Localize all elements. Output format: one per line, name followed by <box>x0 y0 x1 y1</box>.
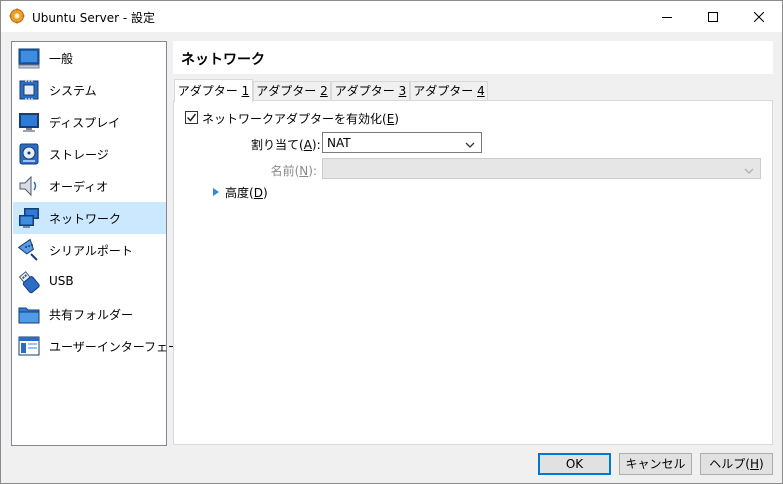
sidebar-item-shared-folders[interactable]: 共有フォルダー <box>13 298 166 330</box>
chevron-down-icon <box>744 164 754 178</box>
network-icon <box>17 206 41 230</box>
help-button[interactable]: ヘルプ(H) <box>700 453 773 475</box>
advanced-accelerator: D <box>253 186 263 200</box>
sidebar-item-label: ネットワーク <box>49 212 122 226</box>
name-accelerator: N <box>299 164 309 178</box>
sidebar-item-label: 共有フォルダー <box>49 308 134 322</box>
tab-accelerator: 4 <box>477 84 485 98</box>
advanced-toggle[interactable]: 高度(D) <box>225 184 268 201</box>
shared-folder-icon <box>17 302 41 326</box>
title-bar: Ubuntu Server - 設定 <box>1 1 782 32</box>
attached-to-text: 割り当て( <box>251 138 304 152</box>
sidebar-item-usb[interactable]: USB <box>13 266 166 298</box>
enable-adapter-checkbox[interactable] <box>185 111 198 124</box>
close-button[interactable] <box>736 1 782 32</box>
minimize-button[interactable] <box>644 1 690 32</box>
name-label: 名前(N): <box>251 162 317 179</box>
window-title: Ubuntu Server - 設定 <box>32 11 156 25</box>
tab-label: アダプター <box>256 84 321 98</box>
tab-adapter-3[interactable]: アダプター 3 <box>331 81 410 101</box>
settings-category-list: 一般 システム ディスプレイ ストレージ オーディオ ネットワーク シリアルポー… <box>11 41 191 446</box>
sidebar-item-audio[interactable]: オーディオ <box>13 170 166 202</box>
sidebar-item-network[interactable]: ネットワーク <box>13 202 166 234</box>
sidebar-item-label: オーディオ <box>49 180 109 194</box>
audio-icon <box>17 174 41 198</box>
name-select[interactable] <box>322 158 761 179</box>
tab-adapter-2[interactable]: アダプター 2 <box>253 81 331 101</box>
help-accelerator: H <box>749 457 760 471</box>
help-text: ヘルプ( <box>709 457 750 471</box>
tab-accelerator: 1 <box>241 84 250 98</box>
sidebar-item-general[interactable]: 一般 <box>13 42 166 74</box>
close-icon <box>754 11 764 22</box>
general-icon <box>17 46 41 70</box>
sidebar-item-label: シリアルポート <box>49 244 133 258</box>
enable-adapter-label[interactable]: ネットワークアダプターを有効化(E) <box>202 110 399 127</box>
sidebar-item-label: USB <box>49 274 74 288</box>
page-title: ネットワーク <box>181 52 265 68</box>
help-suffix: ) <box>759 457 764 471</box>
advanced-text: 高度( <box>225 186 254 200</box>
maximize-button[interactable] <box>690 1 736 32</box>
storage-icon <box>17 142 41 166</box>
display-icon <box>17 110 41 134</box>
user-interface-icon <box>17 334 41 358</box>
attached-to-select[interactable]: NAT <box>322 132 482 153</box>
sidebar-item-label: ユーザーインターフェース <box>49 340 192 354</box>
system-icon <box>17 78 41 102</box>
sidebar-item-label: ディスプレイ <box>49 116 121 130</box>
ok-button[interactable]: OK <box>538 453 611 475</box>
checkmark-icon <box>186 113 197 122</box>
tab-label: アダプター <box>334 84 399 98</box>
sidebar-item-system[interactable]: システム <box>13 74 166 106</box>
serial-port-icon <box>17 238 41 262</box>
sidebar-item-storage[interactable]: ストレージ <box>13 138 166 170</box>
tab-adapter-1[interactable]: アダプター 1 <box>174 79 253 102</box>
minimize-icon <box>662 16 672 18</box>
usb-icon <box>17 270 41 294</box>
tab-accelerator: 3 <box>398 84 407 98</box>
name-text: 名前( <box>270 164 300 178</box>
maximize-icon <box>708 11 718 22</box>
settings-window: Ubuntu Server - 設定 一般 システム ディスプレイ ストレージ … <box>0 0 783 484</box>
chevron-down-icon <box>465 138 475 152</box>
sidebar-item-label: システム <box>49 84 97 98</box>
sidebar-item-display[interactable]: ディスプレイ <box>13 106 166 138</box>
sidebar-item-user-interface[interactable]: ユーザーインターフェース <box>13 330 191 362</box>
enable-adapter-suffix: ) <box>394 112 399 126</box>
tab-accelerator: 2 <box>320 84 328 98</box>
name-suffix: ): <box>308 164 317 178</box>
expand-arrow-icon[interactable] <box>212 186 220 196</box>
enable-adapter-text: ネットワークアダプターを有効化( <box>202 112 387 126</box>
sidebar-item-label: 一般 <box>49 52 74 66</box>
sidebar-item-label: ストレージ <box>49 148 109 162</box>
tab-label: アダプター <box>413 84 478 98</box>
tab-label: アダプター <box>177 84 242 98</box>
advanced-suffix: ) <box>262 186 268 200</box>
tab-adapter-4[interactable]: アダプター 4 <box>410 81 488 101</box>
virtualbox-settings-icon <box>9 8 25 24</box>
attached-to-suffix: ): <box>311 138 321 152</box>
attached-to-accelerator: A <box>303 138 312 152</box>
cancel-button[interactable]: キャンセル <box>619 453 692 475</box>
sidebar-item-serial-port[interactable]: シリアルポート <box>13 234 166 266</box>
attached-to-value: NAT <box>327 136 351 150</box>
section-header: ネットワーク <box>173 41 773 74</box>
attached-to-label: 割り当て(A): <box>251 136 321 153</box>
